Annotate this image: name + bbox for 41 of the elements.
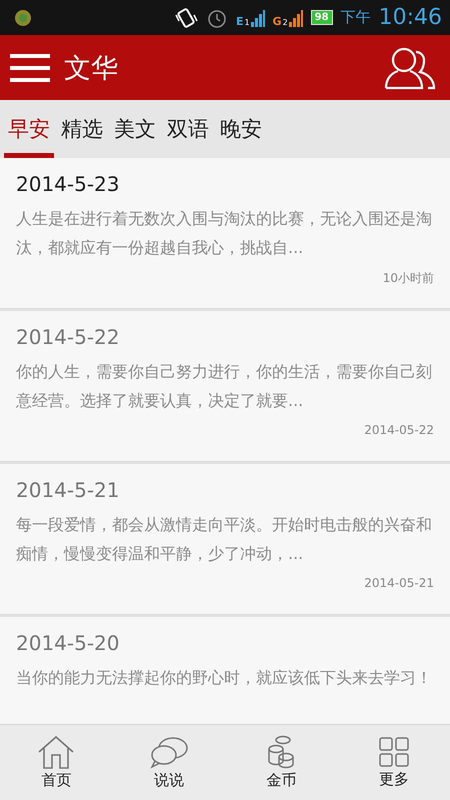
article-date: 2014-5-20 bbox=[16, 631, 121, 655]
am-pm: 下午 bbox=[340, 8, 371, 27]
nav-button[interactable]: 更多 bbox=[348, 735, 439, 790]
tab[interactable]: 晚安 bbox=[216, 100, 266, 158]
vibrate-icon bbox=[174, 6, 198, 28]
nav-button[interactable]: 金币 bbox=[236, 734, 326, 791]
article-time: 10小时前 bbox=[382, 270, 434, 287]
clock: 10:46 bbox=[378, 5, 442, 30]
article-date: 2014-5-23 bbox=[16, 172, 121, 196]
signal-icon bbox=[250, 8, 265, 26]
sim-slot: 2 bbox=[282, 18, 288, 26]
network-type: G bbox=[272, 16, 282, 26]
network-type: E bbox=[236, 16, 244, 26]
chat-icon bbox=[148, 735, 189, 769]
tab[interactable]: 精选 bbox=[57, 100, 107, 158]
sim-slot: 1 bbox=[244, 18, 250, 26]
grid-icon bbox=[378, 736, 410, 768]
nav-button[interactable]: 首页 bbox=[11, 734, 102, 791]
article-time: 2014-05-21 bbox=[364, 576, 434, 590]
nav-button[interactable]: 说说 bbox=[124, 734, 214, 791]
users-icon[interactable] bbox=[384, 46, 436, 90]
article-excerpt: 人生是在进行着无数次入围与淘汰的比赛，无论入围还是淘汰，都就应有一份超越自我心，挑战自... bbox=[16, 208, 433, 259]
article-excerpt: 每一段爱情，都会从激情走向平淡。开始时电击般的兴奋和痴情，慢慢变得温和平静，少了冲动，... bbox=[16, 514, 433, 565]
app-notification-icon bbox=[14, 8, 32, 26]
article-date: 2014-5-22 bbox=[16, 325, 121, 349]
article-time: 2014-05-22 bbox=[364, 423, 434, 437]
article-card[interactable]: 2014-5-20 当你的能力无法撑起你的野心时，就应该低下头来去学习！ bbox=[0, 617, 450, 724]
article-date: 2014-5-21 bbox=[16, 478, 121, 502]
battery-level: 98 bbox=[310, 10, 333, 25]
article-card[interactable]: 2014-5-22 你的人生，需要你自己努力进行，你的生活，需要你自己刻意经营。选择了就要认真，决定了就要... 2014-05-22 bbox=[0, 311, 450, 462]
article-excerpt: 当你的能力无法撑起你的野心时，就应该低下头来去学习！ bbox=[16, 667, 433, 689]
article-card[interactable]: 2014-5-23 人生是在进行着无数次入围与淘汰的比赛，无论入围还是淘汰，都就应有一份超越自我心，挑战自... 10小时前 bbox=[0, 158, 450, 309]
home-icon bbox=[37, 735, 76, 769]
coins-icon bbox=[266, 735, 296, 769]
menu-icon[interactable] bbox=[10, 52, 50, 82]
article-card[interactable]: 2014-5-21 每一段爱情，都会从激情走向平淡。开始时电击般的兴奋和痴情，慢慢变得温和平静，少了冲动，... 2014-05-21 bbox=[0, 464, 450, 615]
signal-icon bbox=[288, 8, 303, 26]
article-excerpt: 你的人生，需要你自己努力进行，你的生活，需要你自己刻意经营。选择了就要认真，决定了就要... bbox=[16, 361, 433, 412]
tab[interactable]: 双语 bbox=[163, 100, 213, 158]
tab[interactable]: 美文 bbox=[110, 100, 160, 158]
app-title: 文华 bbox=[64, 52, 118, 86]
